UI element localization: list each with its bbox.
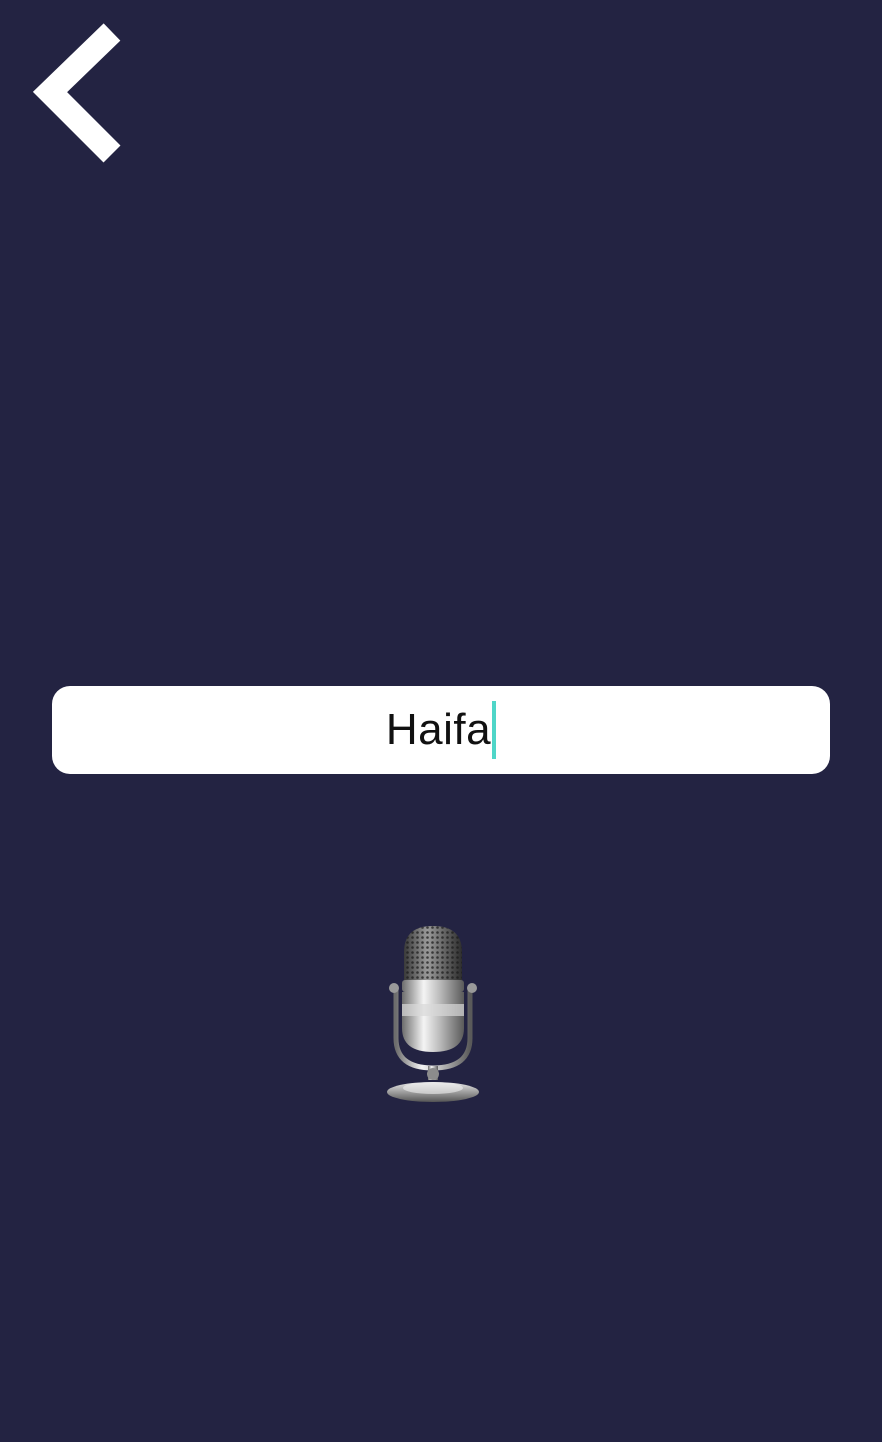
microphone-button[interactable] [380,920,486,1104]
search-input-content: Haifa [385,701,497,759]
back-button[interactable] [28,18,132,168]
search-input[interactable]: Haifa [52,686,830,774]
text-caret [492,701,497,759]
chevron-left-icon [28,18,132,168]
search-input-value: Haifa [385,705,492,754]
microphone-icon [380,920,486,1104]
